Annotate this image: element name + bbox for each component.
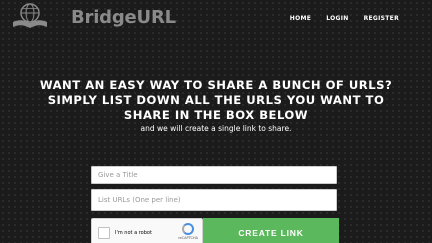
nav-register[interactable]: REGISTER bbox=[364, 15, 399, 22]
create-link-button[interactable]: CREATE LINK bbox=[203, 218, 339, 243]
captcha-label: I'm not a robot bbox=[115, 230, 152, 236]
top-nav: HOME LOGIN REGISTER bbox=[290, 15, 399, 22]
brand-name: BridgeURL bbox=[71, 6, 176, 28]
nav-login[interactable]: LOGIN bbox=[326, 15, 348, 22]
urls-textarea[interactable]: List URLs (One per line) bbox=[91, 189, 337, 211]
globe-book-icon bbox=[13, 3, 47, 28]
nav-home[interactable]: HOME bbox=[290, 15, 311, 22]
brand-logo[interactable]: BridgeURL bbox=[11, 2, 176, 32]
recaptcha-branding: reCAPTCHA bbox=[178, 223, 198, 240]
urls-placeholder: List URLs (One per line) bbox=[98, 196, 181, 204]
recaptcha-widget: I'm not a robot reCAPTCHA bbox=[91, 218, 203, 243]
recaptcha-brand: reCAPTCHA bbox=[178, 236, 198, 240]
recaptcha-icon bbox=[182, 223, 195, 235]
hero-subtext: and we will create a single link to shar… bbox=[140, 124, 292, 133]
title-input[interactable]: Give a Title bbox=[91, 166, 337, 184]
title-placeholder: Give a Title bbox=[98, 171, 138, 179]
hero-headline: WANT AN EASY WAY TO SHARE A BUNCH OF URL… bbox=[39, 78, 393, 122]
captcha-checkbox[interactable] bbox=[98, 227, 110, 239]
